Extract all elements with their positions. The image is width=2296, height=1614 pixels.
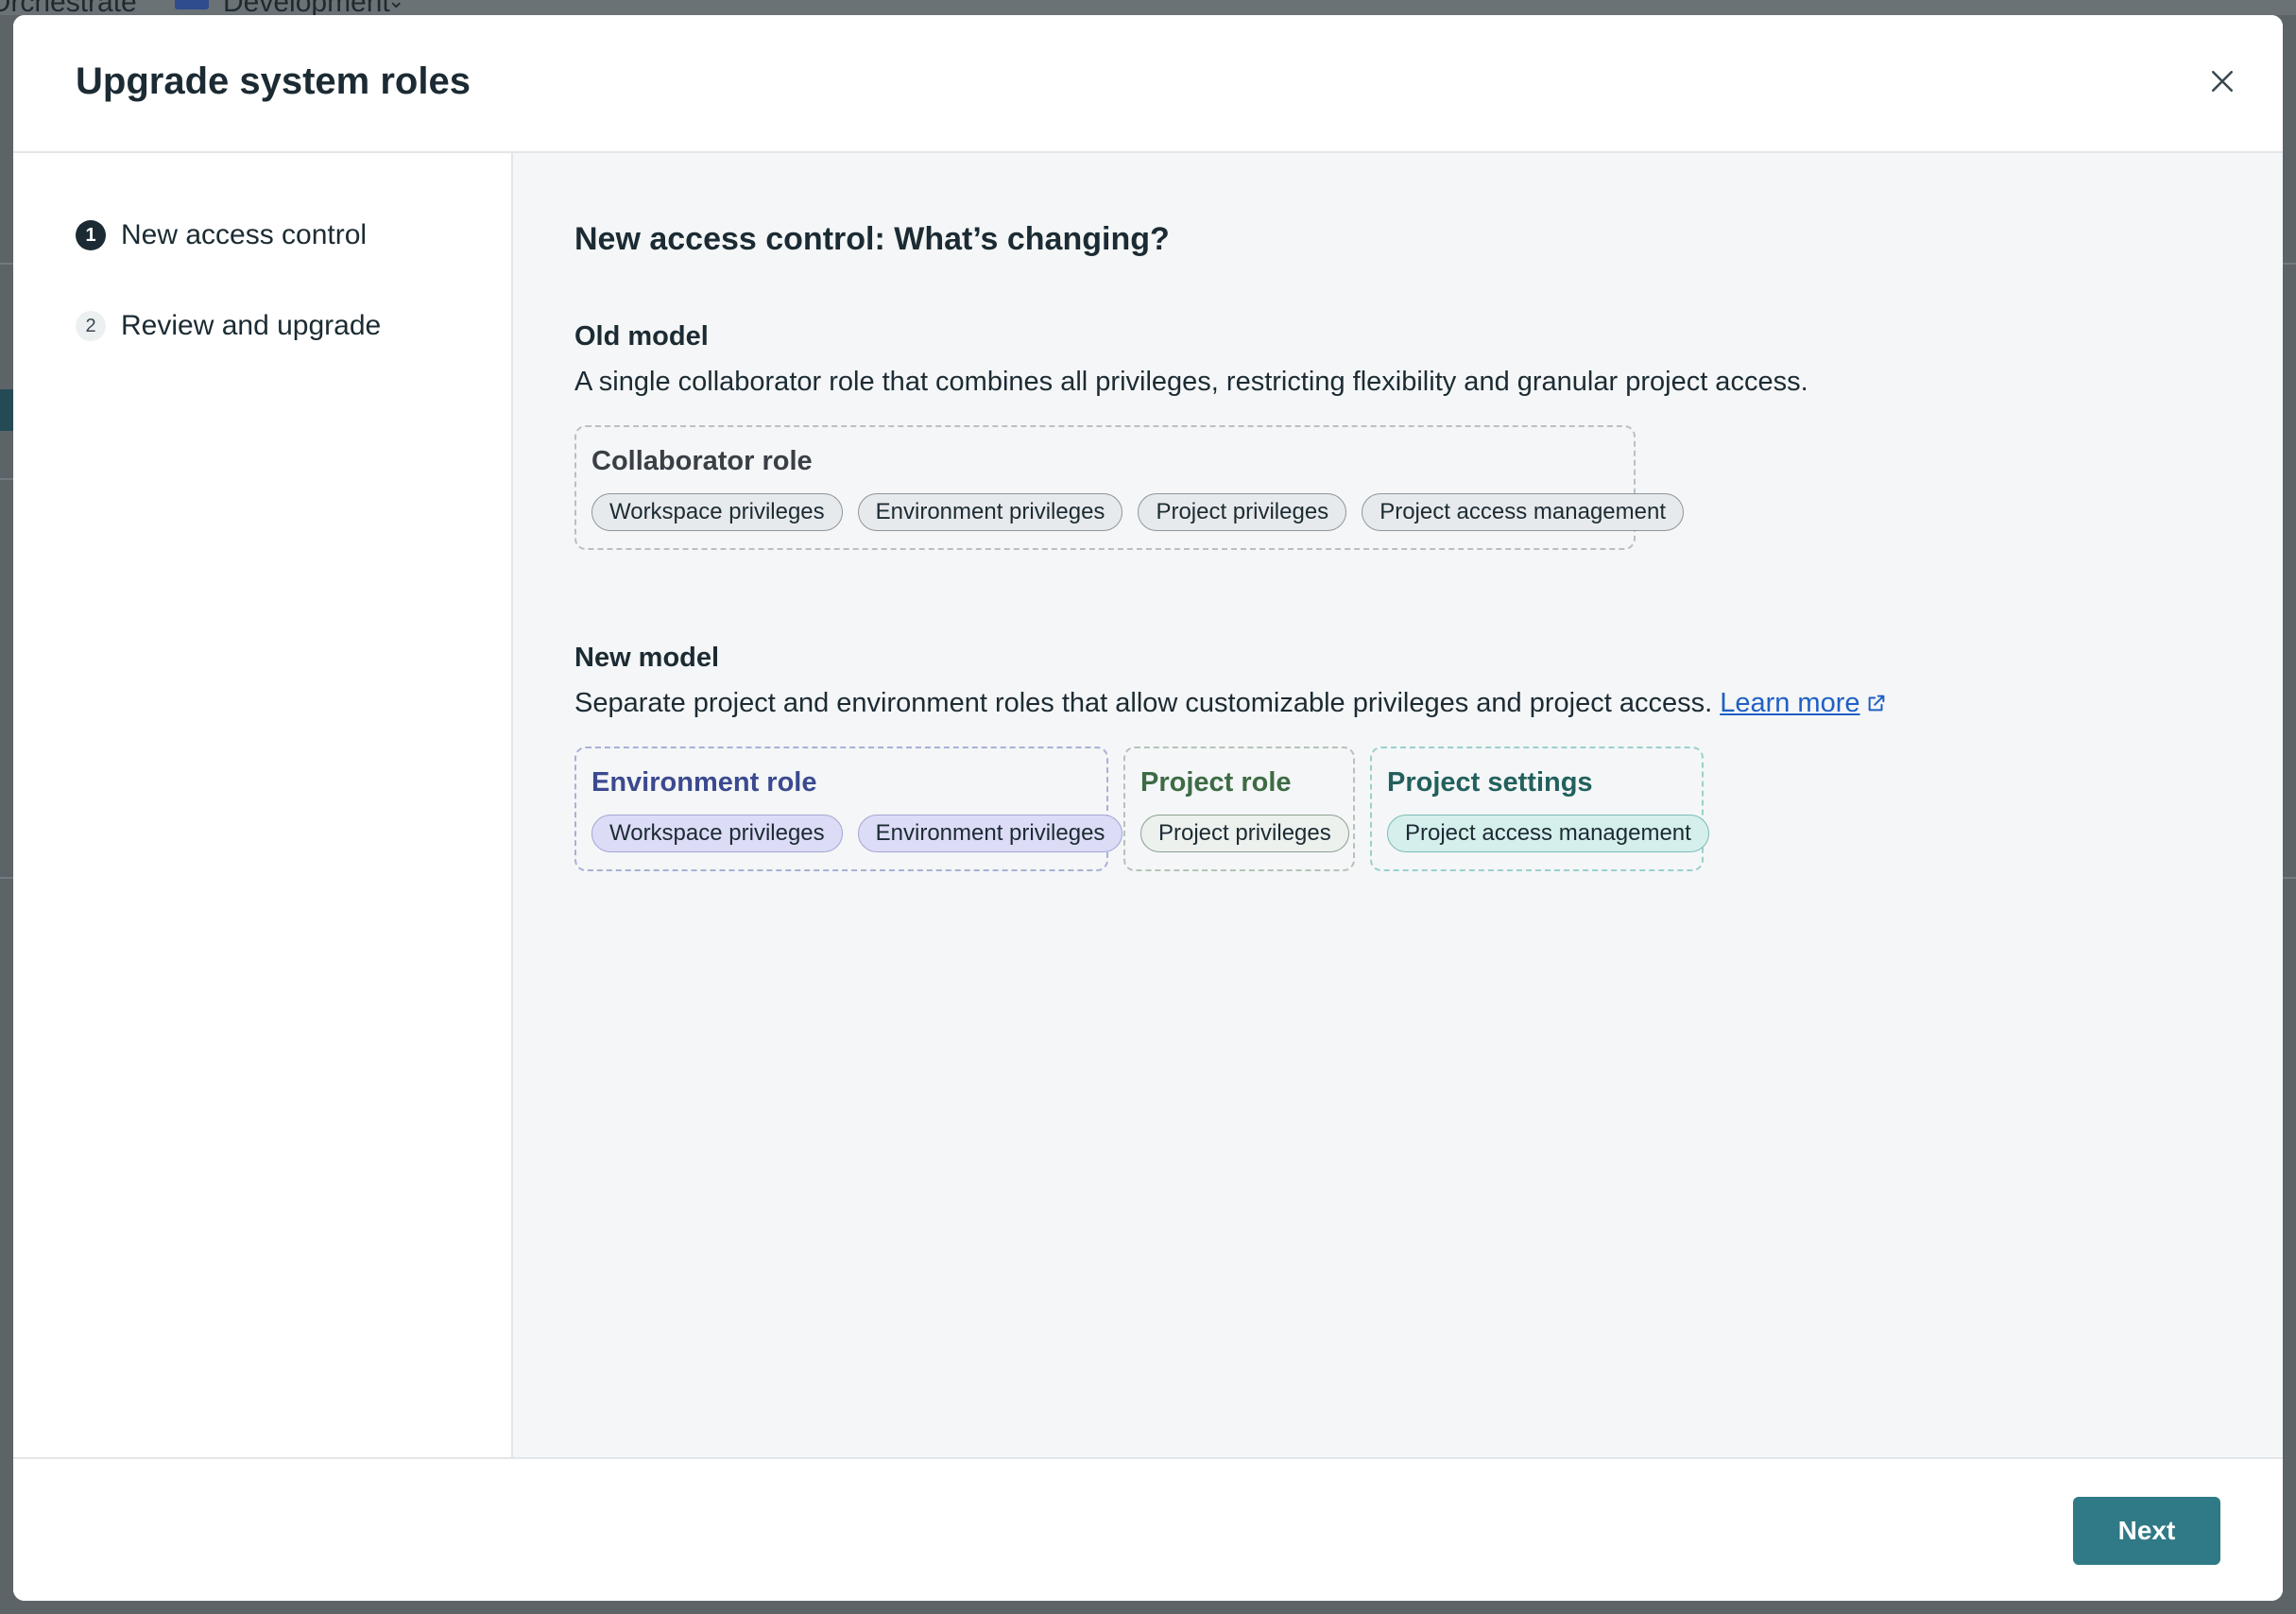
privilege-chip: Project access management	[1362, 493, 1684, 531]
environment-icon	[175, 0, 209, 9]
collaborator-role-title: Collaborator role	[591, 446, 813, 476]
external-link-icon	[1868, 695, 1884, 712]
project-role-title: Project role	[1140, 767, 1292, 798]
background-divider	[2281, 877, 2296, 879]
privilege-chip: Workspace privileges	[591, 493, 843, 531]
main-content: New access control: What’s changing? Old…	[513, 153, 2283, 1457]
new-model-description-text: Separate project and environment roles t…	[574, 688, 1713, 718]
environment-role-title: Environment role	[591, 767, 817, 798]
learn-more-link[interactable]: Learn more	[1720, 688, 1886, 718]
new-model-description: Separate project and environment roles t…	[574, 688, 1887, 719]
modal-title: Upgrade system roles	[76, 60, 471, 102]
steps-sidebar: 1 New access control 2 Review and upgrad…	[13, 153, 513, 1457]
environment-role-chips: Workspace privileges Environment privile…	[591, 815, 1123, 852]
collaborator-role-card: Collaborator role Workspace privileges E…	[574, 425, 1684, 550]
privilege-chip: Project access management	[1387, 815, 1709, 852]
privilege-chip: Project privileges	[1140, 815, 1349, 852]
step-label: New access control	[121, 219, 368, 250]
upgrade-roles-modal: Upgrade system roles 1 New access contro…	[13, 15, 2283, 1601]
collaborator-role-chips: Workspace privileges Environment privile…	[591, 493, 1684, 531]
step-new-access-control[interactable]: 1 New access control	[76, 219, 367, 251]
step-number: 2	[76, 311, 106, 341]
step-label: Review and upgrade	[121, 310, 382, 341]
close-icon	[2211, 70, 2234, 93]
step-number: 1	[76, 220, 106, 250]
old-model-heading: Old model	[574, 321, 709, 352]
project-settings-chips: Project access management	[1387, 815, 1709, 852]
close-button[interactable]	[2203, 62, 2241, 100]
learn-more-label: Learn more	[1720, 688, 1860, 718]
new-model-heading: New model	[574, 643, 720, 673]
privilege-chip: Environment privileges	[857, 493, 1123, 531]
background-divider	[0, 263, 13, 265]
chevron-down-icon: ⌄	[387, 0, 405, 12]
modal-header: Upgrade system roles	[13, 15, 2283, 153]
privilege-chip: Project privileges	[1138, 493, 1347, 531]
background-divider	[2281, 263, 2296, 265]
background-divider	[0, 478, 13, 480]
old-model-description: A single collaborator role that combines…	[574, 367, 1808, 397]
next-button[interactable]: Next	[2073, 1497, 2220, 1565]
project-role-chips: Project privileges	[1140, 815, 1349, 852]
content-title: New access control: What’s changing?	[574, 221, 1170, 257]
project-settings-title: Project settings	[1387, 767, 1593, 798]
privilege-chip: Environment privileges	[857, 815, 1123, 852]
privilege-chip: Workspace privileges	[591, 815, 843, 852]
modal-footer: Next	[13, 1457, 2283, 1601]
project-settings-card: Project settings Project access manageme…	[1370, 747, 1709, 871]
background-divider	[0, 877, 13, 879]
background-sidebar-badge	[0, 389, 13, 431]
project-role-card: Project role Project privileges	[1123, 747, 1355, 871]
step-review-and-upgrade[interactable]: 2 Review and upgrade	[76, 310, 381, 342]
environment-role-card: Environment role Workspace privileges En…	[574, 747, 1123, 871]
